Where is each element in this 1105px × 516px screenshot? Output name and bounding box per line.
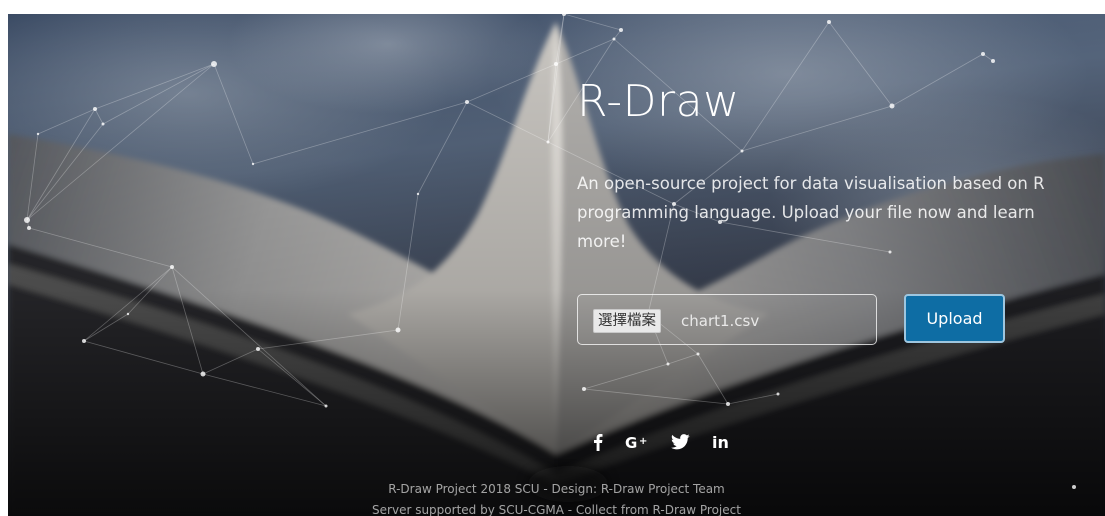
hero-description: An open-source project for data visualis… bbox=[577, 174, 1045, 251]
selected-file-name: chart1.csv bbox=[681, 312, 760, 330]
network-line bbox=[252, 101, 468, 165]
network-line bbox=[26, 123, 104, 221]
footer-server-credits: Server supported by SCU-CGMA - Collect f… bbox=[372, 503, 741, 516]
network-dot bbox=[696, 352, 700, 356]
network-dot bbox=[827, 20, 831, 24]
social-links: G + in bbox=[593, 429, 732, 455]
particle-network bbox=[24, 14, 1076, 489]
linkedin-icon[interactable]: in bbox=[712, 433, 732, 451]
network-dot bbox=[612, 37, 616, 41]
facebook-icon[interactable] bbox=[593, 433, 603, 451]
network-line bbox=[102, 63, 215, 125]
network-dot bbox=[776, 392, 780, 396]
file-input[interactable]: 選擇檔案 chart1.csv bbox=[577, 294, 877, 345]
network-dot bbox=[82, 339, 86, 343]
twitter-icon[interactable] bbox=[671, 434, 690, 450]
network-dot bbox=[36, 132, 40, 136]
network-dot bbox=[726, 402, 730, 406]
network-dot bbox=[251, 162, 255, 166]
network-line bbox=[213, 63, 254, 165]
network-line bbox=[26, 133, 39, 221]
network-line bbox=[26, 108, 96, 221]
network-line bbox=[891, 53, 984, 107]
network-dot bbox=[991, 59, 995, 63]
network-line bbox=[547, 14, 565, 143]
network-line bbox=[828, 21, 893, 107]
network-line bbox=[466, 63, 557, 103]
network-dot bbox=[416, 192, 420, 196]
network-line bbox=[727, 393, 779, 405]
network-dot bbox=[889, 103, 895, 109]
network-dot bbox=[101, 122, 105, 126]
network-dot bbox=[666, 362, 670, 366]
network-line bbox=[202, 373, 327, 407]
network-line bbox=[583, 363, 669, 390]
footer-credits: R-Draw Project 2018 SCU - Design: R-Draw… bbox=[388, 482, 725, 496]
network-dot bbox=[981, 52, 985, 56]
network-line bbox=[171, 266, 327, 407]
network-line bbox=[583, 388, 729, 405]
network-line bbox=[741, 105, 893, 152]
google-plus-icon[interactable]: G + bbox=[625, 433, 649, 451]
network-dot bbox=[93, 107, 97, 111]
network-dot bbox=[126, 312, 130, 316]
network-dot bbox=[562, 14, 566, 16]
network-line bbox=[417, 101, 468, 195]
network-line bbox=[28, 227, 173, 268]
network-line bbox=[257, 329, 399, 350]
network-dot bbox=[546, 140, 550, 144]
page: R-Draw An open-source project for data v… bbox=[0, 0, 1105, 516]
network-line bbox=[94, 108, 104, 125]
svg-text:G: G bbox=[625, 434, 637, 451]
network-dot bbox=[211, 61, 217, 67]
network-line bbox=[37, 108, 96, 135]
network-line bbox=[397, 193, 419, 331]
network-line bbox=[555, 38, 615, 65]
network-line bbox=[741, 21, 830, 152]
network-dot bbox=[27, 226, 31, 230]
page-title: R-Draw bbox=[577, 76, 740, 127]
network-dot bbox=[395, 327, 401, 333]
network-dot bbox=[256, 347, 260, 351]
network-line bbox=[171, 266, 204, 375]
network-line bbox=[202, 348, 259, 375]
network-dot bbox=[24, 217, 30, 223]
choose-file-button[interactable]: 選擇檔案 bbox=[593, 309, 661, 333]
network-line bbox=[83, 266, 173, 342]
network-line bbox=[83, 340, 204, 375]
network-line bbox=[667, 353, 699, 365]
network-line bbox=[94, 63, 215, 110]
network-line bbox=[83, 313, 129, 342]
network-dot bbox=[582, 387, 586, 391]
network-dot bbox=[324, 404, 328, 408]
network-dot bbox=[170, 265, 174, 269]
network-dot bbox=[619, 28, 623, 32]
network-dot bbox=[200, 371, 206, 377]
network-dot bbox=[465, 100, 469, 104]
network-dot bbox=[554, 62, 558, 66]
network-line bbox=[127, 266, 173, 315]
network-line bbox=[26, 63, 215, 221]
svg-text:in: in bbox=[712, 433, 729, 451]
network-line bbox=[563, 14, 622, 31]
network-line bbox=[697, 353, 729, 405]
network-line bbox=[466, 101, 549, 143]
svg-text:+: + bbox=[639, 436, 647, 447]
upload-button[interactable]: Upload bbox=[904, 294, 1005, 343]
hero-section: R-Draw An open-source project for data v… bbox=[8, 14, 1105, 516]
network-dot bbox=[740, 149, 744, 153]
